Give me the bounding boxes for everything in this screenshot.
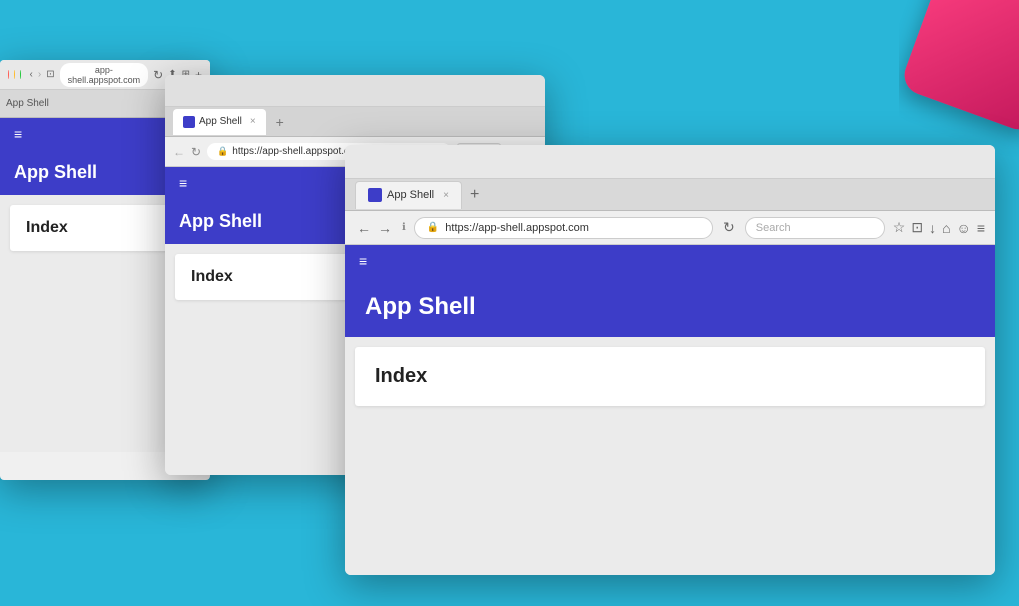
window3-tab[interactable]: App Shell × (355, 181, 462, 209)
minimize-dot[interactable] (14, 70, 15, 79)
w3-bookmark-icon[interactable]: ☆ (893, 219, 906, 236)
w3-home-icon[interactable]: ⊡ (911, 219, 923, 236)
w2-new-tab-icon[interactable]: + (276, 114, 284, 130)
w2-reload-icon[interactable]: ↻ (191, 145, 201, 159)
window2-tab[interactable]: App Shell × (173, 109, 266, 135)
window3-hamburger[interactable]: ≡ (345, 245, 995, 277)
w3-tab-close-icon[interactable]: × (443, 190, 449, 201)
w3-nav-arrows: ← → (355, 218, 394, 238)
w2-tab-favicon (183, 116, 195, 128)
maximize-dot[interactable] (20, 70, 21, 79)
window1-tab-label: App Shell (6, 98, 49, 109)
w2-tab-close-icon[interactable]: × (250, 116, 256, 127)
window2-url-text: https://app-shell.appspot.com (232, 146, 363, 157)
window3-tab-label: App Shell (387, 189, 434, 201)
window3-app: ≡ App Shell Index (345, 245, 995, 575)
w3-toolbar-icons: ☆ ⊡ ↓ ⌂ ☺ ≡ (893, 219, 985, 236)
w3-lock-icon: 🔒 (427, 222, 439, 233)
window3-url-box[interactable]: 🔒 https://app-shell.appspot.com (414, 217, 713, 239)
w3-forward-icon[interactable]: → (376, 218, 394, 238)
back-icon[interactable]: ‹ (30, 69, 33, 80)
window3-app-header: App Shell (345, 277, 995, 337)
window2-chrome (165, 75, 545, 107)
window3-url-text: https://app-shell.appspot.com (445, 222, 589, 234)
w3-new-tab-icon[interactable]: + (470, 186, 479, 204)
w3-home2-icon[interactable]: ⌂ (942, 220, 950, 236)
w2-back-icon[interactable]: ← (173, 145, 185, 159)
window3-address-bar: ← → ℹ 🔒 https://app-shell.appspot.com ↻ … (345, 211, 995, 245)
w3-back-icon[interactable]: ← (355, 218, 373, 238)
reload-icon[interactable]: ↻ (153, 68, 163, 82)
window1-url: app-shell.appspot.com (60, 63, 149, 87)
w2-lock-icon: 🔒 (217, 146, 228, 157)
close-dot[interactable] (8, 70, 9, 79)
window3-content-area: Index (345, 337, 995, 575)
window3-chrome (345, 145, 995, 179)
w3-reload-icon[interactable]: ↻ (721, 217, 737, 238)
w3-account-icon[interactable]: ☺ (957, 220, 971, 236)
window2-tab-bar: App Shell × + (165, 107, 545, 137)
window2-tab-label: App Shell (199, 116, 242, 127)
w3-menu-icon[interactable]: ≡ (977, 220, 985, 236)
w3-tab-favicon (368, 188, 382, 202)
tab-switcher-icon[interactable]: ⊡ (46, 69, 54, 80)
browser-window-3: App Shell × + ← → ℹ 🔒 https://app-shell.… (345, 145, 995, 575)
w3-download-icon[interactable]: ↓ (929, 220, 936, 236)
window3-index-card: Index (355, 347, 985, 406)
window3-search-box[interactable]: Search (745, 217, 885, 239)
forward-icon[interactable]: › (38, 69, 41, 80)
deco-shape-inner (899, 0, 1019, 135)
w3-info-icon[interactable]: ℹ (402, 222, 406, 233)
window3-tab-bar: App Shell × + (345, 179, 995, 211)
